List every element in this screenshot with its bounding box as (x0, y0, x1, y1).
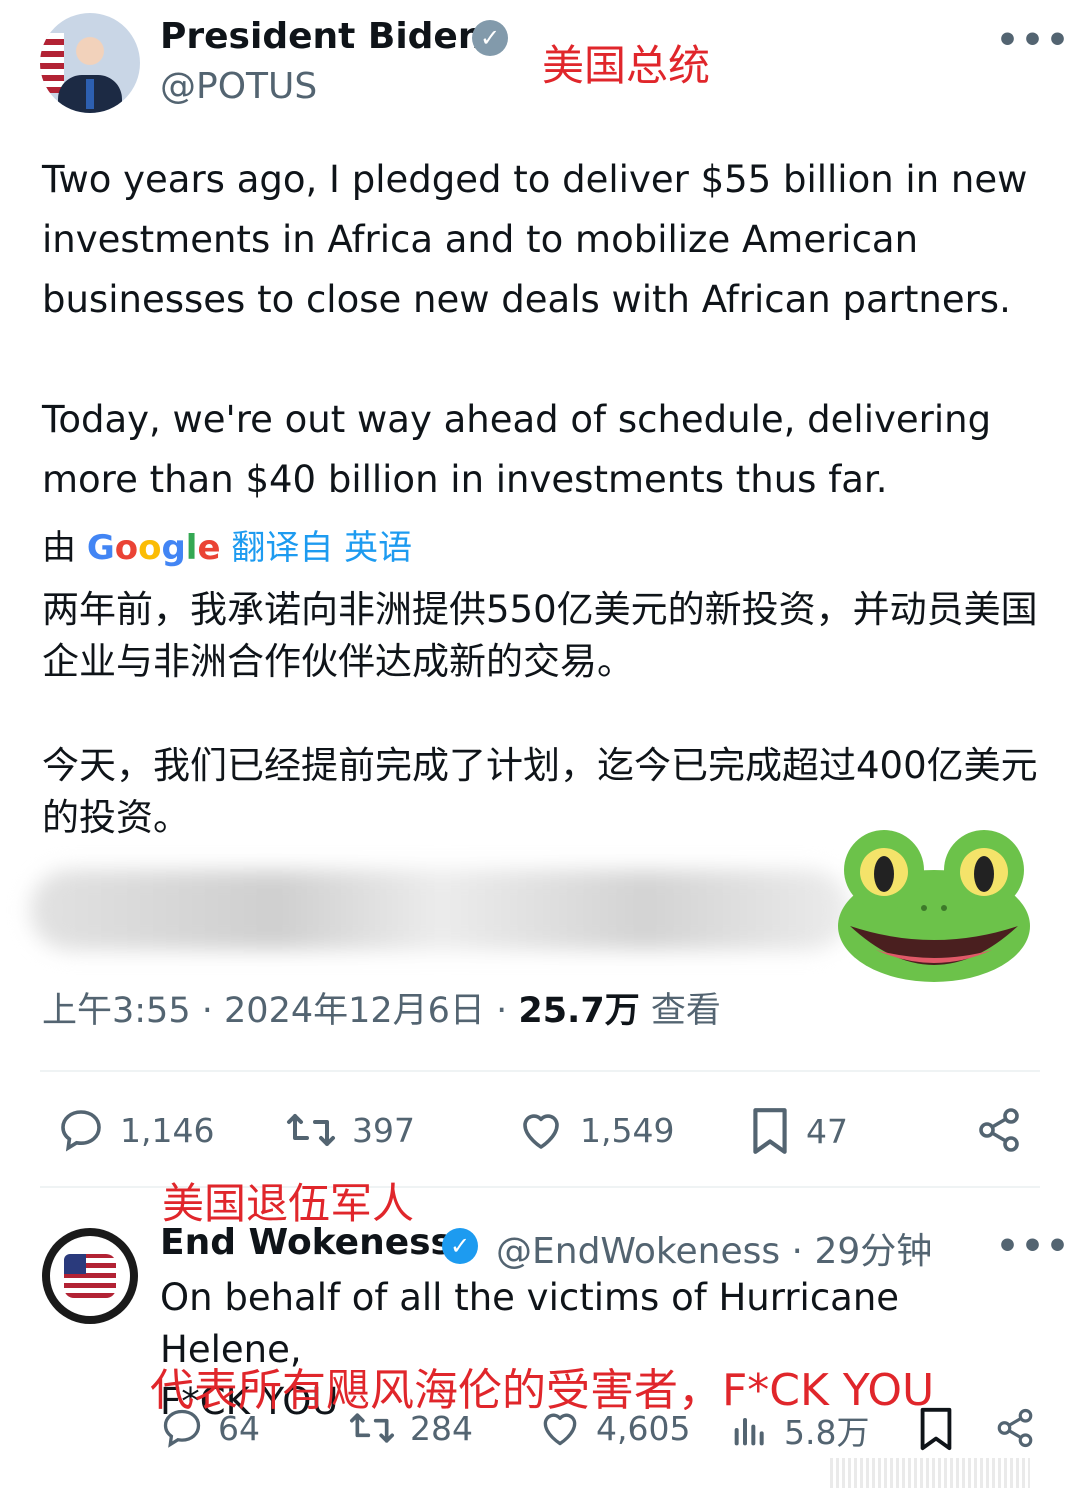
bookmark-icon (920, 1407, 952, 1451)
like-button[interactable]: 4,605 (538, 1406, 690, 1450)
views-button[interactable]: 5.8万 (730, 1406, 869, 1454)
more-options-icon[interactable]: ••• (996, 20, 1071, 61)
translate-prefix: 由 (42, 528, 76, 568)
bookmark-button[interactable]: 47 (748, 1106, 848, 1156)
retweet-count: 284 (410, 1408, 473, 1448)
retweet-count: 397 (352, 1110, 415, 1150)
verified-badge-icon: ✓ (472, 20, 508, 56)
flag-canton (64, 1254, 86, 1274)
reply-count: 64 (218, 1408, 260, 1448)
meta-separator: · (201, 991, 213, 1031)
tweet-date[interactable]: 2024年12月6日 (224, 991, 485, 1031)
google-logo-icon: Google (86, 528, 221, 568)
reply-handle-time[interactable]: @EndWokeness · 29分钟 (496, 1222, 932, 1274)
annotation-label: 美国总统 (542, 41, 711, 90)
reply-avatar[interactable] (42, 1228, 138, 1324)
like-button[interactable]: 1,549 (516, 1106, 674, 1154)
like-count: 4,605 (596, 1408, 691, 1448)
avatar[interactable] (40, 13, 140, 113)
analytics-icon (734, 1418, 764, 1446)
meta-separator: · (496, 991, 508, 1031)
blurred-region (30, 870, 850, 950)
heart-icon (523, 1114, 559, 1149)
author-name[interactable]: President Biden (160, 16, 483, 57)
author-handle[interactable]: @POTUS (160, 66, 317, 107)
like-count: 1,549 (580, 1110, 675, 1150)
more-options-icon[interactable]: ••• (996, 1226, 1071, 1267)
frog-emoji-icon (838, 830, 1030, 982)
view-label: 查看 (650, 991, 721, 1031)
flag-background (40, 33, 64, 93)
translate-link[interactable]: 翻译自 英语 (231, 528, 412, 568)
tie (86, 79, 94, 109)
reply-icon (61, 1110, 101, 1152)
share-icon (997, 1408, 1033, 1448)
divider (40, 1070, 1040, 1072)
bookmark-count: 47 (806, 1111, 848, 1151)
reply-count: 1,146 (120, 1110, 215, 1150)
share-button[interactable] (994, 1406, 1036, 1450)
reply-button[interactable]: 64 (160, 1406, 260, 1450)
verified-badge-icon: ✓ (442, 1228, 478, 1264)
home-indicator (830, 1458, 1030, 1488)
retweet-button[interactable]: 284 (348, 1406, 473, 1450)
translated-text: 两年前，我承诺向非洲提供550亿美元的新投资，并动员美国企业与非洲合作伙伴达成新… (42, 588, 1038, 839)
share-icon (979, 1108, 1019, 1152)
retweet-icon (350, 1413, 394, 1443)
retweet-icon (287, 1114, 335, 1146)
reply-author-name[interactable]: End Wokeness (160, 1222, 452, 1263)
bookmark-icon (753, 1108, 787, 1154)
tweet-text: Two years ago, I pledged to deliver $55 … (42, 158, 1028, 501)
bookmark-button[interactable] (916, 1406, 956, 1452)
reply-icon (163, 1409, 201, 1448)
view-count: 25.7万 (518, 991, 640, 1031)
heart-icon (543, 1413, 577, 1446)
view-count: 5.8万 (784, 1413, 870, 1452)
reply-button[interactable]: 1,146 (56, 1106, 214, 1154)
tweet-time[interactable]: 上午3:55 (42, 991, 191, 1031)
tweet-meta: 上午3:55 · 2024年12月6日 · 25.7万 查看 (42, 982, 721, 1033)
retweet-button[interactable]: 397 (284, 1106, 415, 1154)
translation-attribution: 由 Google 翻译自 英语 (42, 520, 412, 569)
share-button[interactable] (974, 1106, 1024, 1154)
